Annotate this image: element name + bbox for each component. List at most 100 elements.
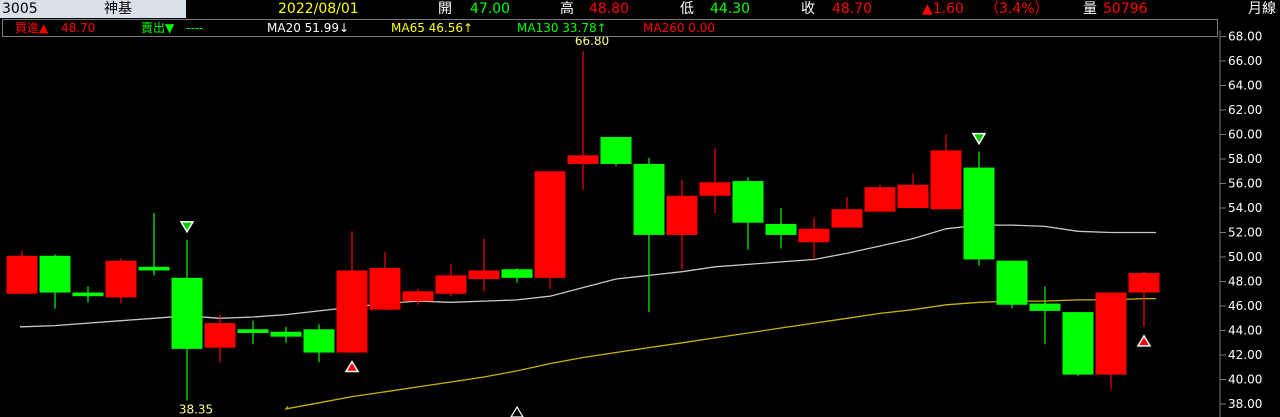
stock-code: 3005 bbox=[0, 0, 102, 18]
low-value: 44.30 bbox=[710, 1, 751, 17]
open-label: 開 bbox=[438, 1, 452, 17]
buy-signal-icon bbox=[344, 360, 360, 373]
candle bbox=[501, 268, 533, 283]
y-tick-label: 54.00 bbox=[1228, 201, 1262, 215]
candle bbox=[369, 252, 401, 310]
y-tick-label: 44.00 bbox=[1228, 324, 1262, 338]
change-value: ▲1.60 bbox=[922, 1, 964, 17]
candle bbox=[1095, 292, 1127, 390]
sell-value: ---- bbox=[186, 21, 204, 35]
candle bbox=[303, 324, 335, 363]
candle-body bbox=[501, 269, 533, 278]
y-tick-label: 58.00 bbox=[1228, 152, 1262, 166]
candle bbox=[798, 217, 830, 259]
candle-body bbox=[1128, 272, 1160, 293]
candle-body bbox=[105, 260, 137, 298]
candle bbox=[270, 326, 302, 343]
sell-label: 賣出▼ bbox=[141, 21, 175, 35]
y-tick-label: 52.00 bbox=[1228, 226, 1262, 240]
candle-body bbox=[897, 184, 929, 208]
y-tick-label: 48.00 bbox=[1228, 275, 1262, 289]
period-label[interactable]: 月線 bbox=[1248, 0, 1276, 18]
candle-body bbox=[666, 195, 698, 235]
candle bbox=[39, 254, 71, 309]
sell-signal-icon bbox=[971, 132, 987, 146]
low-label: 低 bbox=[680, 1, 694, 17]
candle bbox=[1029, 286, 1061, 344]
y-tick-label: 56.00 bbox=[1228, 177, 1262, 191]
marker-icon bbox=[510, 405, 524, 417]
candle-body bbox=[1062, 312, 1094, 375]
y-tick-label: 62.00 bbox=[1228, 103, 1262, 117]
candle bbox=[699, 147, 731, 213]
candle-body bbox=[138, 266, 170, 271]
candle bbox=[534, 171, 566, 289]
candle bbox=[600, 136, 632, 167]
candle-body bbox=[336, 270, 368, 353]
candle bbox=[567, 51, 599, 190]
candle bbox=[237, 320, 269, 344]
candle bbox=[930, 134, 962, 210]
value-label: 38.35 bbox=[179, 402, 213, 416]
candle-body bbox=[732, 181, 764, 223]
candle bbox=[666, 179, 698, 270]
y-tick-label: 46.00 bbox=[1228, 299, 1262, 313]
candle-body bbox=[171, 277, 203, 349]
candle bbox=[996, 260, 1028, 309]
candle-body bbox=[1095, 292, 1127, 375]
candle-body bbox=[798, 228, 830, 243]
candle bbox=[204, 314, 236, 363]
y-tick-label: 40.00 bbox=[1228, 373, 1262, 387]
candle bbox=[336, 231, 368, 353]
change-percent: （3.4%） bbox=[985, 1, 1049, 17]
high-label: 高 bbox=[560, 1, 574, 17]
candle bbox=[963, 151, 995, 266]
candle-body bbox=[6, 255, 38, 294]
y-tick-label: 38.00 bbox=[1228, 397, 1262, 411]
ma65-line bbox=[284, 297, 1156, 410]
candle-body bbox=[303, 329, 335, 353]
y-tick-label: 50.00 bbox=[1228, 250, 1262, 264]
close-value: 48.70 bbox=[832, 1, 873, 17]
candle-body bbox=[600, 136, 632, 164]
candle-body bbox=[996, 260, 1028, 305]
candle bbox=[1062, 312, 1094, 376]
candle bbox=[732, 177, 764, 250]
candles bbox=[6, 51, 1160, 401]
candle bbox=[633, 157, 665, 313]
y-tick-label: 60.00 bbox=[1228, 128, 1262, 142]
candle-body bbox=[831, 209, 863, 228]
indicator-legend: 買進▲ 48.70 賣出▼ ---- MA20 51.99↓ MA65 46.5… bbox=[2, 19, 1218, 37]
candlestick-chart: 38.00 40.00 42.00 44.00 46.00 48.00 50.00 52.00… bbox=[6, 30, 1262, 417]
candle bbox=[6, 250, 38, 294]
candle-body bbox=[369, 268, 401, 310]
candle-body bbox=[72, 292, 104, 297]
ma260-legend: MA260 0.00 bbox=[643, 21, 715, 35]
candle-body bbox=[633, 163, 665, 235]
candle bbox=[897, 173, 929, 208]
buy-value: 48.70 bbox=[61, 21, 96, 35]
candle bbox=[468, 238, 500, 292]
candle bbox=[105, 258, 137, 304]
candle-body bbox=[864, 187, 896, 212]
candle-body bbox=[468, 270, 500, 280]
y-tick-label: 68.00 bbox=[1228, 30, 1262, 44]
candle bbox=[138, 212, 170, 276]
candle-body bbox=[270, 331, 302, 337]
close-label: 收 bbox=[801, 1, 815, 17]
candle-body bbox=[1029, 303, 1061, 311]
candle-body bbox=[699, 182, 731, 196]
candle bbox=[765, 208, 797, 249]
y-tick-label: 66.00 bbox=[1228, 54, 1262, 68]
candle bbox=[171, 239, 203, 401]
quote-date: 2022/08/01 bbox=[278, 1, 359, 17]
candle-body bbox=[567, 155, 599, 164]
stock-name[interactable]: 神基 bbox=[100, 0, 186, 18]
volume-label: 量 bbox=[1083, 1, 1097, 17]
high-value: 48.80 bbox=[589, 1, 630, 17]
candle-body bbox=[765, 223, 797, 235]
candle-body bbox=[930, 150, 962, 210]
y-tick-label: 64.00 bbox=[1228, 79, 1262, 93]
ma20-legend: MA20 51.99↓ bbox=[267, 21, 350, 35]
buy-signal-icon bbox=[1136, 334, 1152, 347]
